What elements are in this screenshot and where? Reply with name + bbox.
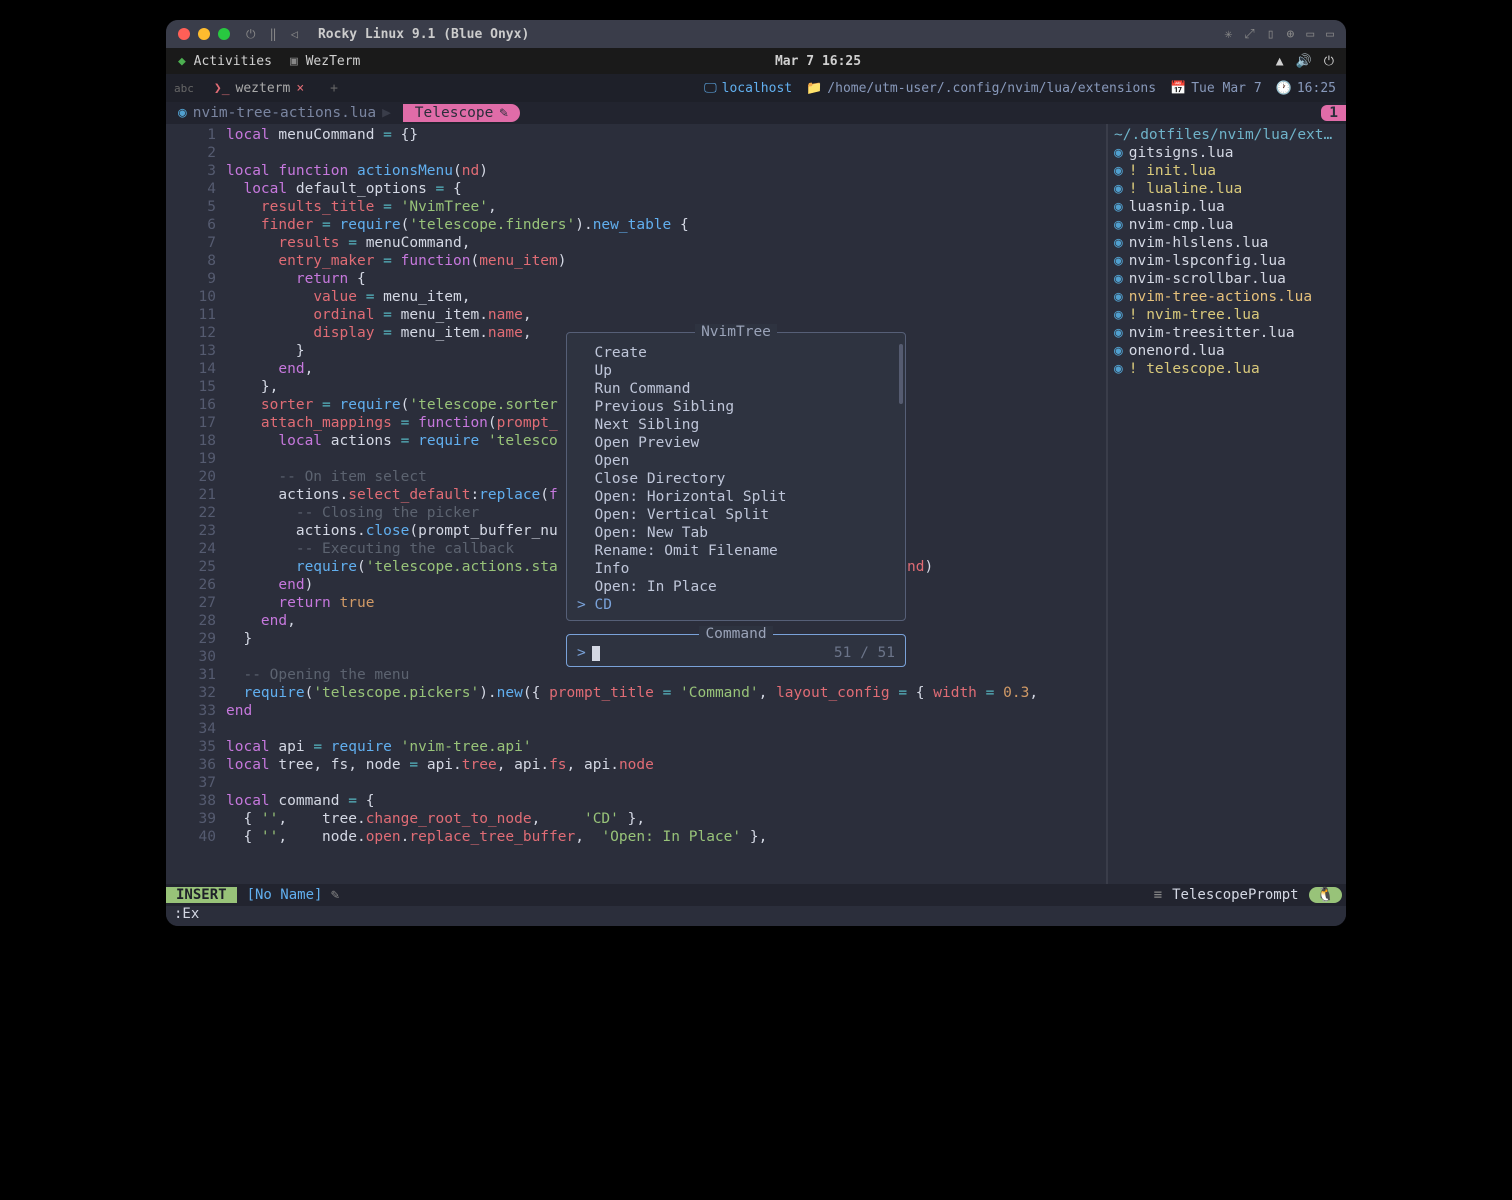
play-icon[interactable]: ◁: [291, 27, 298, 41]
popup-item[interactable]: Open: In Place: [577, 578, 895, 596]
telescope-results-popup: NvimTree Create Up Run Command Previous …: [566, 332, 906, 621]
cwd-indicator: 📁 /home/utm-user/.config/nvim/lua/extens…: [806, 81, 1156, 96]
scrollbar[interactable]: [899, 344, 903, 404]
command-line[interactable]: :Ex: [166, 906, 1346, 926]
popup-item[interactable]: Next Sibling: [577, 416, 895, 434]
host-indicator: 🖵 localhost: [704, 81, 792, 96]
popup-item[interactable]: Open: New Tab: [577, 524, 895, 542]
telescope-prompt[interactable]: Command > 51 / 51: [566, 634, 906, 667]
sidebar-file[interactable]: ◉ ! telescope.lua: [1114, 360, 1340, 378]
sidebar-file[interactable]: ◉ ! nvim-tree.lua: [1114, 306, 1340, 324]
power-icon[interactable]: ⏻: [246, 27, 256, 42]
statusline: INSERT [No Name] ✎ ≡ TelescopePrompt 🐧: [166, 884, 1346, 906]
clock[interactable]: Mar 7 16:25: [360, 54, 1275, 69]
prompt-marker: >: [577, 645, 586, 661]
sidebar-file[interactable]: ◉ nvim-tree-actions.lua: [1114, 288, 1340, 306]
filetype: TelescopePrompt: [1172, 887, 1298, 903]
macos-titlebar: ⏻ ‖ ◁ Rocky Linux 9.1 (Blue Onyx) ✳ ⤢ ▯ …: [166, 20, 1346, 48]
sidebar-file[interactable]: ◉ ! lualine.lua: [1114, 180, 1340, 198]
close-icon[interactable]: [178, 28, 190, 40]
app-window: ⏻ ‖ ◁ Rocky Linux 9.1 (Blue Onyx) ✳ ⤢ ▯ …: [166, 20, 1346, 926]
editor-area: 1234567891011121314151617181920212223242…: [166, 124, 1346, 884]
sidebar-file[interactable]: ◉ ! init.lua: [1114, 162, 1340, 180]
lua-icon: ◉: [178, 105, 187, 121]
new-tab-button[interactable]: +: [324, 81, 344, 96]
spinner-icon: ✳: [1224, 27, 1232, 42]
close-tab-icon[interactable]: ×: [296, 81, 304, 96]
nvim-tree-sidebar[interactable]: ~/.dotfiles/nvim/lua/ext… ◉ gitsigns.lua…: [1106, 124, 1346, 884]
popup-item[interactable]: Open Preview: [577, 434, 895, 452]
volume-icon[interactable]: 🔊: [1296, 54, 1312, 69]
align-icon: ≡: [1154, 887, 1162, 903]
popup-item[interactable]: Create: [577, 344, 895, 362]
sidebar-file[interactable]: ◉ nvim-hlslens.lua: [1114, 234, 1340, 252]
mode-indicator: INSERT: [166, 887, 237, 903]
time-indicator: 🕐 16:25: [1276, 81, 1336, 96]
modified-icon: ✎: [331, 887, 339, 903]
terminal-tab[interactable]: ❯_ wezterm ×: [204, 77, 314, 100]
activities-button[interactable]: ◆ Activities: [178, 54, 272, 69]
popup-item[interactable]: Open: Vertical Split: [577, 506, 895, 524]
sidebar-file[interactable]: ◉ nvim-cmp.lua: [1114, 216, 1340, 234]
date-indicator: 📅 Tue Mar 7: [1170, 81, 1262, 96]
prompt-title: Command: [699, 626, 772, 642]
pause-icon[interactable]: ‖: [270, 27, 277, 41]
pencil-icon: ✎: [499, 105, 508, 121]
sidebar-file[interactable]: ◉ nvim-treesitter.lua: [1114, 324, 1340, 342]
popup-item[interactable]: Previous Sibling: [577, 398, 895, 416]
disk-icon[interactable]: ▯: [1267, 27, 1275, 42]
traffic-lights: [178, 28, 230, 40]
sidebar-file[interactable]: ◉ onenord.lua: [1114, 342, 1340, 360]
popup-title: NvimTree: [695, 324, 777, 340]
power-menu-icon[interactable]: ⏻: [1324, 54, 1334, 69]
line-numbers: 1234567891011121314151617181920212223242…: [166, 124, 226, 884]
popup-item[interactable]: Open: [577, 452, 895, 470]
expand-icon[interactable]: ⤢: [1244, 27, 1254, 42]
popup-item-selected[interactable]: > CD: [577, 596, 895, 614]
minimize-icon[interactable]: [198, 28, 210, 40]
text-cursor: [592, 646, 600, 661]
wezterm-tabbar: abc ❯_ wezterm × + 🖵 localhost 📁 /home/u…: [166, 74, 1346, 102]
folder-icon[interactable]: ▭: [1306, 27, 1314, 42]
result-count: 51 / 51: [834, 645, 895, 661]
sidebar-file[interactable]: ◉ nvim-lspconfig.lua: [1114, 252, 1340, 270]
buffer-tab-1[interactable]: ◉ nvim-tree-actions.lua ▶: [166, 104, 403, 122]
popup-item[interactable]: Close Directory: [577, 470, 895, 488]
linux-icon: 🐧: [1309, 887, 1342, 903]
input-indicator: abc: [174, 82, 194, 95]
popup-item[interactable]: Up: [577, 362, 895, 380]
sidebar-file[interactable]: ◉ nvim-scrollbar.lua: [1114, 270, 1340, 288]
popup-item[interactable]: Open: Horizontal Split: [577, 488, 895, 506]
buffer-name: [No Name] ✎: [237, 887, 350, 903]
window-title: Rocky Linux 9.1 (Blue Onyx): [306, 27, 1216, 42]
sidebar-path: ~/.dotfiles/nvim/lua/ext…: [1114, 126, 1340, 144]
buffer-tab-2[interactable]: Telescope ✎: [403, 104, 520, 122]
globe-icon[interactable]: ⊕: [1287, 27, 1295, 42]
zoom-icon[interactable]: [218, 28, 230, 40]
buffer-count: 1: [1321, 105, 1346, 121]
app-indicator[interactable]: ▣ WezTerm: [290, 54, 360, 69]
sidebar-file[interactable]: ◉ gitsigns.lua: [1114, 144, 1340, 162]
windows-icon[interactable]: ▭: [1326, 27, 1334, 42]
popup-item[interactable]: Info: [577, 560, 895, 578]
popup-item[interactable]: Run Command: [577, 380, 895, 398]
popup-item[interactable]: Rename: Omit Filename: [577, 542, 895, 560]
network-icon[interactable]: ▲: [1276, 54, 1284, 69]
sidebar-file[interactable]: ◉ luasnip.lua: [1114, 198, 1340, 216]
bufferline: ◉ nvim-tree-actions.lua ▶ Telescope ✎ 1: [166, 102, 1346, 124]
gnome-topbar: ◆ Activities ▣ WezTerm Mar 7 16:25 ▲ 🔊 ⏻: [166, 48, 1346, 74]
